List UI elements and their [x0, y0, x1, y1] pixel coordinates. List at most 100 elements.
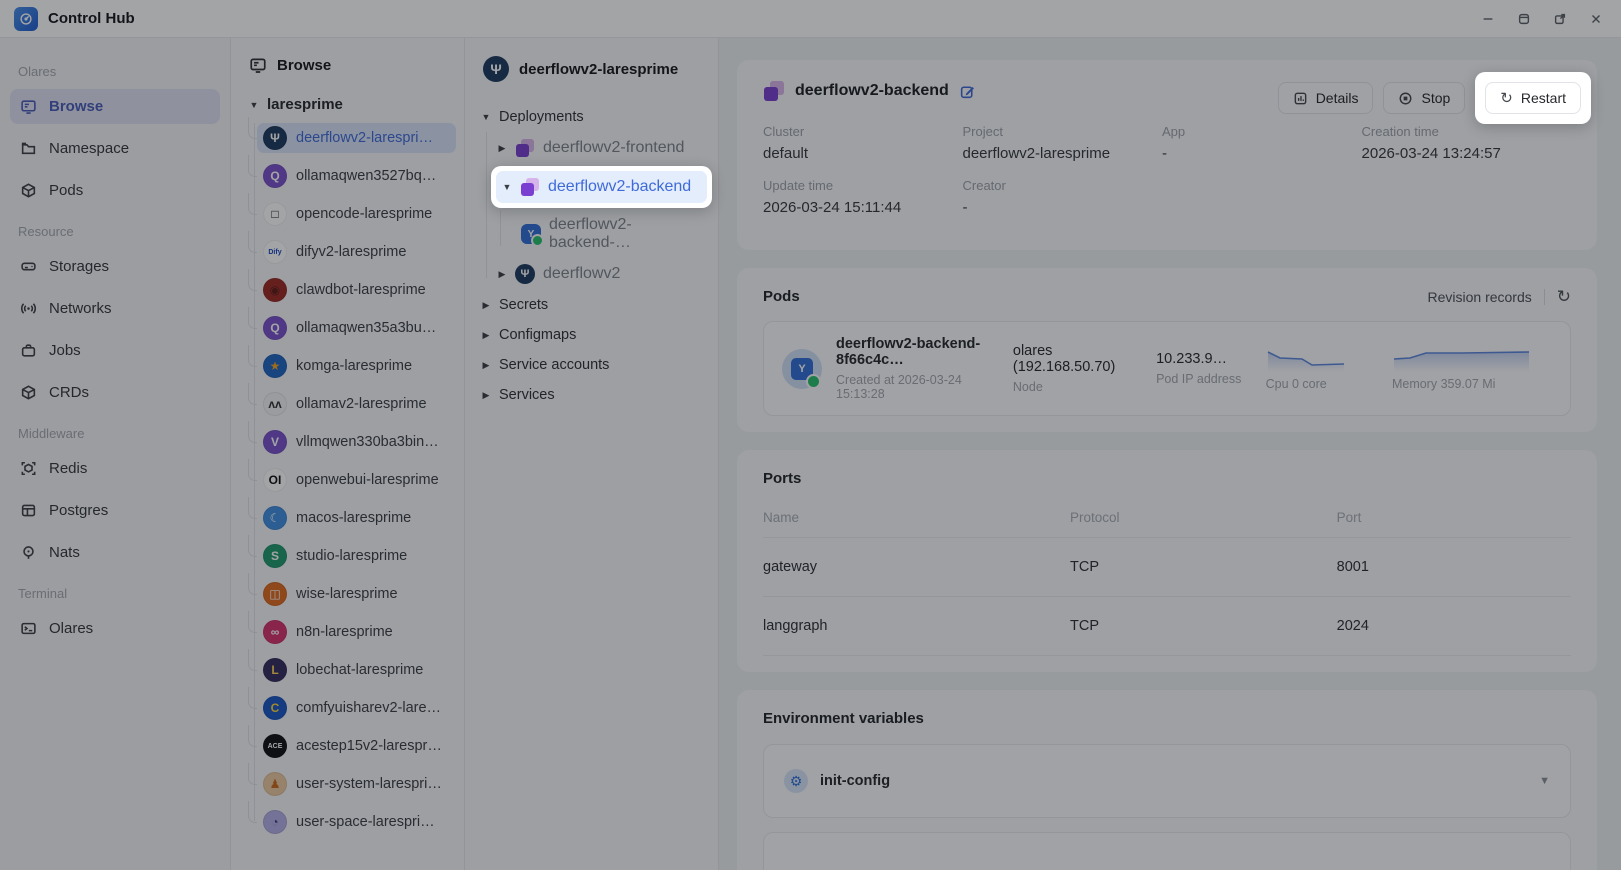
sidebar-item-olares-terminal[interactable]: Olares	[10, 611, 220, 646]
stop-button[interactable]: Stop	[1383, 82, 1465, 114]
chevron-down-icon[interactable]: ▼	[502, 182, 512, 192]
tree-node-backend-pod[interactable]: Y deerflowv2-backend-…	[515, 210, 712, 258]
open-in-new-button[interactable]	[1545, 5, 1575, 33]
namespace-node-laresprime[interactable]: ▼ laresprime	[243, 94, 456, 123]
edit-icon[interactable]	[959, 83, 976, 100]
chevron-right-icon[interactable]: ▶	[497, 269, 507, 280]
resource-panel-title: deerflowv2-laresprime	[519, 61, 678, 78]
app-list-item[interactable]: ★komga-laresprime	[257, 351, 456, 381]
app-label: deerflowv2-larespri…	[296, 130, 433, 146]
spotlight-restart: ↻ Restart	[1475, 72, 1591, 124]
app-label: acestep15v2-larespr…	[296, 738, 442, 754]
env-var-row-init-config[interactable]: ⚙ init-config ▼	[763, 744, 1571, 818]
sidebar-item-redis[interactable]: Redis	[10, 451, 220, 486]
minimize-button[interactable]	[1473, 5, 1503, 33]
chevron-down-icon[interactable]: ▼	[1539, 775, 1550, 787]
app-list-item[interactable]: Llobechat-laresprime	[257, 655, 456, 685]
section-label-middleware: Middleware	[18, 426, 212, 441]
app-icon: Q	[263, 164, 287, 188]
chevron-down-icon[interactable]: ▼	[249, 100, 259, 110]
tree-node-configmaps[interactable]: ▶ Configmaps	[477, 320, 712, 350]
pods-card: Pods Revision records ↻ Y deerflowv2-bac…	[737, 268, 1597, 432]
app-list-item[interactable]: Sstudio-laresprime	[257, 541, 456, 571]
app-list-item[interactable]: OIopenwebui-laresprime	[257, 465, 456, 495]
pod-name: deerflowv2-backend-8f66c4c…	[836, 336, 1013, 368]
restart-button[interactable]: ↻ Restart	[1485, 82, 1581, 114]
titlebar: Control Hub	[0, 0, 1621, 38]
cluster-value: default	[763, 145, 963, 162]
pod-cpu-label: Cpu 0 core	[1266, 377, 1392, 391]
chevron-right-icon[interactable]: ▶	[481, 390, 491, 401]
app-list-item[interactable]: ♟user-system-larespri…	[257, 769, 456, 799]
sidebar-item-label: Networks	[49, 300, 112, 317]
app-list-item[interactable]: □opencode-laresprime	[257, 199, 456, 229]
pod-status-icon: Y	[782, 349, 822, 389]
sidebar-item-networks[interactable]: Networks	[10, 291, 220, 326]
sidebar-item-pods[interactable]: Pods	[10, 173, 220, 208]
app-list-item[interactable]: ∞n8n-laresprime	[257, 617, 456, 647]
app-icon: ∞	[263, 620, 287, 644]
sidebar-item-postgres[interactable]: Postgres	[10, 493, 220, 528]
pod-memory-label: Memory 359.07 Mi	[1392, 377, 1552, 391]
chevron-right-icon[interactable]: ▶	[481, 330, 491, 341]
app-list-item[interactable]: Ψdeerflowv2-larespri…	[257, 123, 456, 153]
tree-node-secrets[interactable]: ▶ Secrets	[477, 290, 712, 320]
maximize-button[interactable]	[1509, 5, 1539, 33]
app-label: opencode-laresprime	[296, 206, 432, 222]
chevron-right-icon[interactable]: ▶	[481, 300, 491, 311]
app-list-item[interactable]: ʌʌollamav2-laresprime	[257, 389, 456, 419]
chevron-right-icon[interactable]: ▶	[481, 360, 491, 371]
tree-node-deerflowv2[interactable]: ▶ Ψ deerflowv2	[491, 258, 712, 290]
resource-panel: Ψ deerflowv2-laresprime ▼ Deployments ▶ …	[465, 38, 719, 870]
app-icon: Q	[263, 316, 287, 340]
table-row: gateway TCP 8001	[763, 538, 1571, 597]
app-icon: C	[263, 696, 287, 720]
env-var-name: init-config	[820, 773, 890, 789]
sidebar-item-jobs[interactable]: Jobs	[10, 333, 220, 368]
app-value: -	[1162, 145, 1362, 162]
app-list-item[interactable]: ◔user-space-larespri…	[257, 807, 456, 837]
app-list-item[interactable]: Vvllmqwen330ba3bin…	[257, 427, 456, 457]
revision-records-link[interactable]: Revision records	[1427, 289, 1531, 305]
refresh-icon[interactable]: ↻	[1557, 288, 1571, 305]
workload-title: deerflowv2-backend	[795, 82, 949, 100]
app-list-item[interactable]: ACEacestep15v2-larespr…	[257, 731, 456, 761]
app-list-item[interactable]: ◉clawdbot-laresprime	[257, 275, 456, 305]
sidebar-item-crds[interactable]: CRDs	[10, 375, 220, 410]
app-list-item[interactable]: Qollamaqwen35a3bu…	[257, 313, 456, 343]
chevron-right-icon[interactable]: ▶	[497, 143, 507, 154]
app-list-item[interactable]: Qollamaqwen3527bq…	[257, 161, 456, 191]
app-list-item[interactable]: ◫wise-laresprime	[257, 579, 456, 609]
tree-node-deployments[interactable]: ▼ Deployments	[477, 102, 712, 132]
restart-icon: ↻	[1500, 91, 1513, 106]
namespace-icon	[20, 140, 37, 157]
app-icon: ◉	[263, 278, 287, 302]
deployment-icon	[515, 138, 535, 158]
tree-node-frontend[interactable]: ▶ deerflowv2-frontend	[491, 132, 712, 164]
close-button[interactable]	[1581, 5, 1611, 33]
pod-row[interactable]: Y deerflowv2-backend-8f66c4c… Created at…	[763, 321, 1571, 416]
app-icon: OI	[263, 468, 287, 492]
tree-node-backend-selected[interactable]: ▼ deerflowv2-backend	[496, 171, 707, 203]
update-time-value: 2026-03-24 15:11:44	[763, 199, 963, 216]
details-button[interactable]: Details	[1278, 82, 1374, 114]
creator-label: Creator	[963, 178, 1163, 193]
ports-col-name: Name	[763, 502, 1070, 538]
sidebar-item-namespace[interactable]: Namespace	[10, 131, 220, 166]
app-list-item[interactable]: Difydifyv2-laresprime	[257, 237, 456, 267]
app-icon: ◔	[263, 810, 287, 834]
app-list-item[interactable]: Ccomfyuisharev2-lare…	[257, 693, 456, 723]
sidebar-item-storages[interactable]: Storages	[10, 249, 220, 284]
env-var-row-partial	[763, 832, 1571, 870]
app-list-item[interactable]: ☾macos-laresprime	[257, 503, 456, 533]
briefcase-icon	[20, 342, 37, 359]
chevron-down-icon[interactable]: ▼	[481, 112, 491, 122]
creator-value: -	[963, 199, 1163, 216]
cpu-sparkline	[1266, 346, 1346, 372]
details-icon	[1293, 91, 1308, 106]
workload-header-card: deerflowv2-backend Details Stop ↻ Restar…	[737, 60, 1597, 250]
sidebar-item-nats[interactable]: Nats	[10, 535, 220, 570]
tree-node-service-accounts[interactable]: ▶ Service accounts	[477, 350, 712, 380]
sidebar-item-browse[interactable]: Browse	[10, 89, 220, 124]
tree-node-services[interactable]: ▶ Services	[477, 380, 712, 410]
